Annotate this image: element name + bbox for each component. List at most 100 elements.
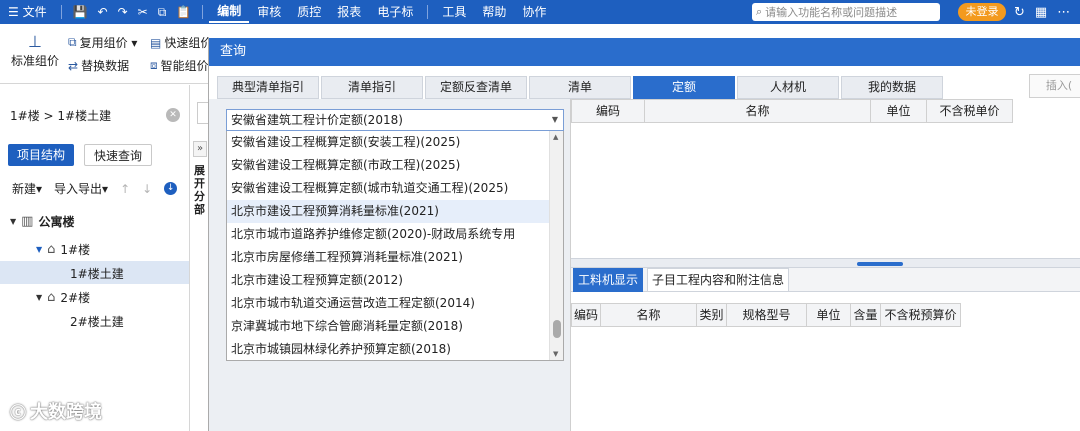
tab-typical-bill-guide[interactable]: 典型清单指引 — [217, 76, 319, 99]
move-down-icon[interactable]: ↓ — [142, 182, 152, 196]
tab-project-structure[interactable]: 项目结构 — [8, 144, 74, 166]
apps-grid-icon[interactable]: ▦ — [1035, 5, 1047, 20]
expand-icon[interactable]: ▼ — [36, 245, 42, 254]
cut-icon[interactable]: ✂ — [133, 5, 153, 19]
detail-tabs: 工料机显示 子目工程内容和附注信息 — [571, 268, 1080, 292]
std-price-button[interactable]: ⊥ 标准组价 — [10, 32, 60, 69]
replace-label: 替换数据 — [81, 59, 130, 73]
save-icon[interactable]: 💾 — [68, 5, 93, 19]
replace-icon: ⇄ — [68, 58, 79, 73]
tree-node-label: 2#楼土建 — [70, 315, 124, 329]
dropdown-option[interactable]: 安徽省建设工程概算定额(安装工程)(2025) — [227, 131, 549, 154]
tree-node-label: 2#楼 — [60, 291, 91, 305]
tree-node-b2-civil[interactable]: 2#楼土建 — [70, 313, 124, 330]
move-up-icon[interactable]: ↑ — [120, 182, 130, 196]
tree-node-label: 1#楼土建 — [70, 267, 124, 281]
undo-icon[interactable]: ↶ — [93, 5, 113, 19]
menu-shenhe[interactable]: 审核 — [249, 0, 289, 24]
tab-quota-reverse[interactable]: 定额反查清单 — [425, 76, 527, 99]
tree-node-root[interactable]: ▼ ▥ 公寓楼 — [10, 213, 74, 230]
dropdown-option[interactable]: 京津冀城市地下综合管廊消耗量定额(2018) — [227, 315, 549, 338]
menu-gongju[interactable]: 工具 — [434, 0, 474, 24]
dialog-tabs: 典型清单指引 清单指引 定额反查清单 清单 定额 人材机 我的数据 — [209, 76, 1080, 99]
refresh-icon[interactable]: ↻ — [1014, 5, 1025, 20]
new-button[interactable]: 新建▾ — [12, 180, 42, 197]
watermark: ⓒ 大数跨境 — [10, 398, 102, 424]
col-price-ex-tax[interactable]: 不含税单价 — [927, 99, 1013, 123]
tab-bill[interactable]: 清单 — [529, 76, 631, 99]
dropdown-option[interactable]: 北京市城市轨道交通运营改造工程定额(2014) — [227, 292, 549, 315]
col-unit[interactable]: 单位 — [871, 99, 927, 123]
chevron-down-icon[interactable]: ▼ — [552, 110, 558, 130]
dialog-body: 安徽省建筑工程计价定额(2018) ▼ 安徽省建设工程概算定额(安装工程)(20… — [209, 99, 1080, 431]
menu-zhikong[interactable]: 质控 — [289, 0, 329, 24]
tab-labor-material[interactable]: 人材机 — [737, 76, 839, 99]
dropdown-option[interactable]: 北京市房屋修缮工程预算消耗量标准(2021) — [227, 246, 549, 269]
download-icon[interactable]: ↓ — [164, 182, 178, 195]
dropdown-option[interactable]: 北京市城市道路养护维修定额(2020)-财政局系统专用 — [227, 223, 549, 246]
copy-icon[interactable]: ⧉ — [153, 5, 172, 20]
panel-splitter[interactable] — [571, 258, 1080, 268]
menu-bianzhi[interactable]: 编制 — [209, 1, 250, 23]
login-button[interactable]: 未登录 — [958, 3, 1006, 21]
dropdown-scrollbar[interactable]: ▲ ▼ — [549, 131, 563, 360]
function-search[interactable]: ⌕ — [752, 3, 940, 21]
col-name[interactable]: 名称 — [645, 99, 871, 123]
tab-work-content-notes[interactable]: 子目工程内容和附注信息 — [647, 268, 789, 292]
menu-separator — [202, 5, 204, 19]
redo-icon[interactable]: ↷ — [113, 5, 133, 19]
splitter-handle[interactable] — [857, 262, 903, 266]
col-unit[interactable]: 单位 — [807, 303, 851, 327]
tree-node-b1[interactable]: ▼ ⌂ 1#楼 — [36, 241, 90, 258]
paste-icon[interactable]: 📋 — [171, 5, 196, 19]
tab-labor-material-display[interactable]: 工料机显示 — [573, 268, 643, 292]
dropdown-option[interactable]: 安徽省建设工程概算定额(城市轨道交通工程)(2025) — [227, 177, 549, 200]
top-right-icons: ↻ ▦ ⋯ — [1014, 0, 1070, 24]
expand-icon[interactable]: ▼ — [36, 293, 42, 302]
dropdown-option[interactable]: 安徽省建设工程概算定额(市政工程)(2025) — [227, 154, 549, 177]
col-category[interactable]: 类别 — [697, 303, 727, 327]
menu-xiezuo[interactable]: 协作 — [514, 0, 554, 24]
close-icon[interactable]: ✕ — [166, 108, 180, 122]
smart-icon: ⧈ — [150, 58, 158, 72]
quota-select[interactable]: 安徽省建筑工程计价定额(2018) ▼ — [226, 109, 564, 131]
col-code[interactable]: 编码 — [571, 99, 645, 123]
dropdown-option-highlighted[interactable]: 北京市建设工程预算消耗量标准(2021) — [227, 200, 549, 223]
scroll-up-icon[interactable]: ▲ — [553, 133, 558, 141]
quota-grid-header: 编码 名称 单位 不含税单价 — [571, 99, 1013, 123]
col-budget-price[interactable]: 不含税预算价 — [881, 303, 961, 327]
reuse-price-button[interactable]: ⧉ 复用组价 ▾ — [68, 34, 137, 51]
col-content[interactable]: 含量 — [851, 303, 881, 327]
quota-select-value: 安徽省建筑工程计价定额(2018) — [231, 113, 403, 127]
tab-quick-query[interactable]: 快速查询 — [84, 144, 152, 166]
tree-node-b1-civil[interactable]: 1#楼土建 — [70, 265, 124, 282]
col-spec[interactable]: 规格型号 — [727, 303, 807, 327]
menu-file[interactable]: ☰ 文件 — [0, 0, 55, 24]
menu-dianzibiao[interactable]: 电子标 — [369, 0, 421, 24]
function-search-input[interactable] — [765, 5, 926, 19]
replace-data-button[interactable]: ⇄ 替换数据 — [68, 57, 129, 74]
scroll-down-icon[interactable]: ▼ — [553, 350, 558, 358]
col-code[interactable]: 编码 — [571, 303, 601, 327]
dropdown-option[interactable]: 北京市城镇园林绿化养护预算定额(2018) — [227, 338, 549, 360]
quota-dropdown-list: 安徽省建设工程概算定额(安装工程)(2025) 安徽省建设工程概算定额(市政工程… — [226, 131, 564, 361]
smart-price-button[interactable]: ⧈ 智能组价 — [150, 57, 209, 74]
dropdown-option[interactable]: 北京市建设工程预算定额(2012) — [227, 269, 549, 292]
import-export-button[interactable]: 导入导出▾ — [54, 180, 108, 197]
expand-panel-icon[interactable]: » — [193, 141, 207, 157]
menu-baobiao[interactable]: 报表 — [329, 0, 369, 24]
tab-quota[interactable]: 定额 — [633, 76, 735, 99]
scrollbar-thumb[interactable] — [553, 320, 561, 338]
home-icon: ⌂ — [47, 242, 56, 257]
tab-my-data[interactable]: 我的数据 — [841, 76, 943, 99]
more-icon[interactable]: ⋯ — [1057, 5, 1070, 20]
col-name[interactable]: 名称 — [601, 303, 697, 327]
tab-bill-guide[interactable]: 清单指引 — [321, 76, 423, 99]
quick-price-button[interactable]: ▤ 快速组价 — [150, 34, 212, 51]
tree-node-label: 公寓楼 — [38, 215, 75, 229]
expand-icon[interactable]: ▼ — [10, 217, 16, 226]
dialog-title: 查询 — [209, 38, 1080, 66]
menu-bangzhu[interactable]: 帮助 — [474, 0, 514, 24]
insert-button[interactable]: 插入( — [1029, 74, 1080, 98]
tree-node-b2[interactable]: ▼ ⌂ 2#楼 — [36, 289, 90, 306]
